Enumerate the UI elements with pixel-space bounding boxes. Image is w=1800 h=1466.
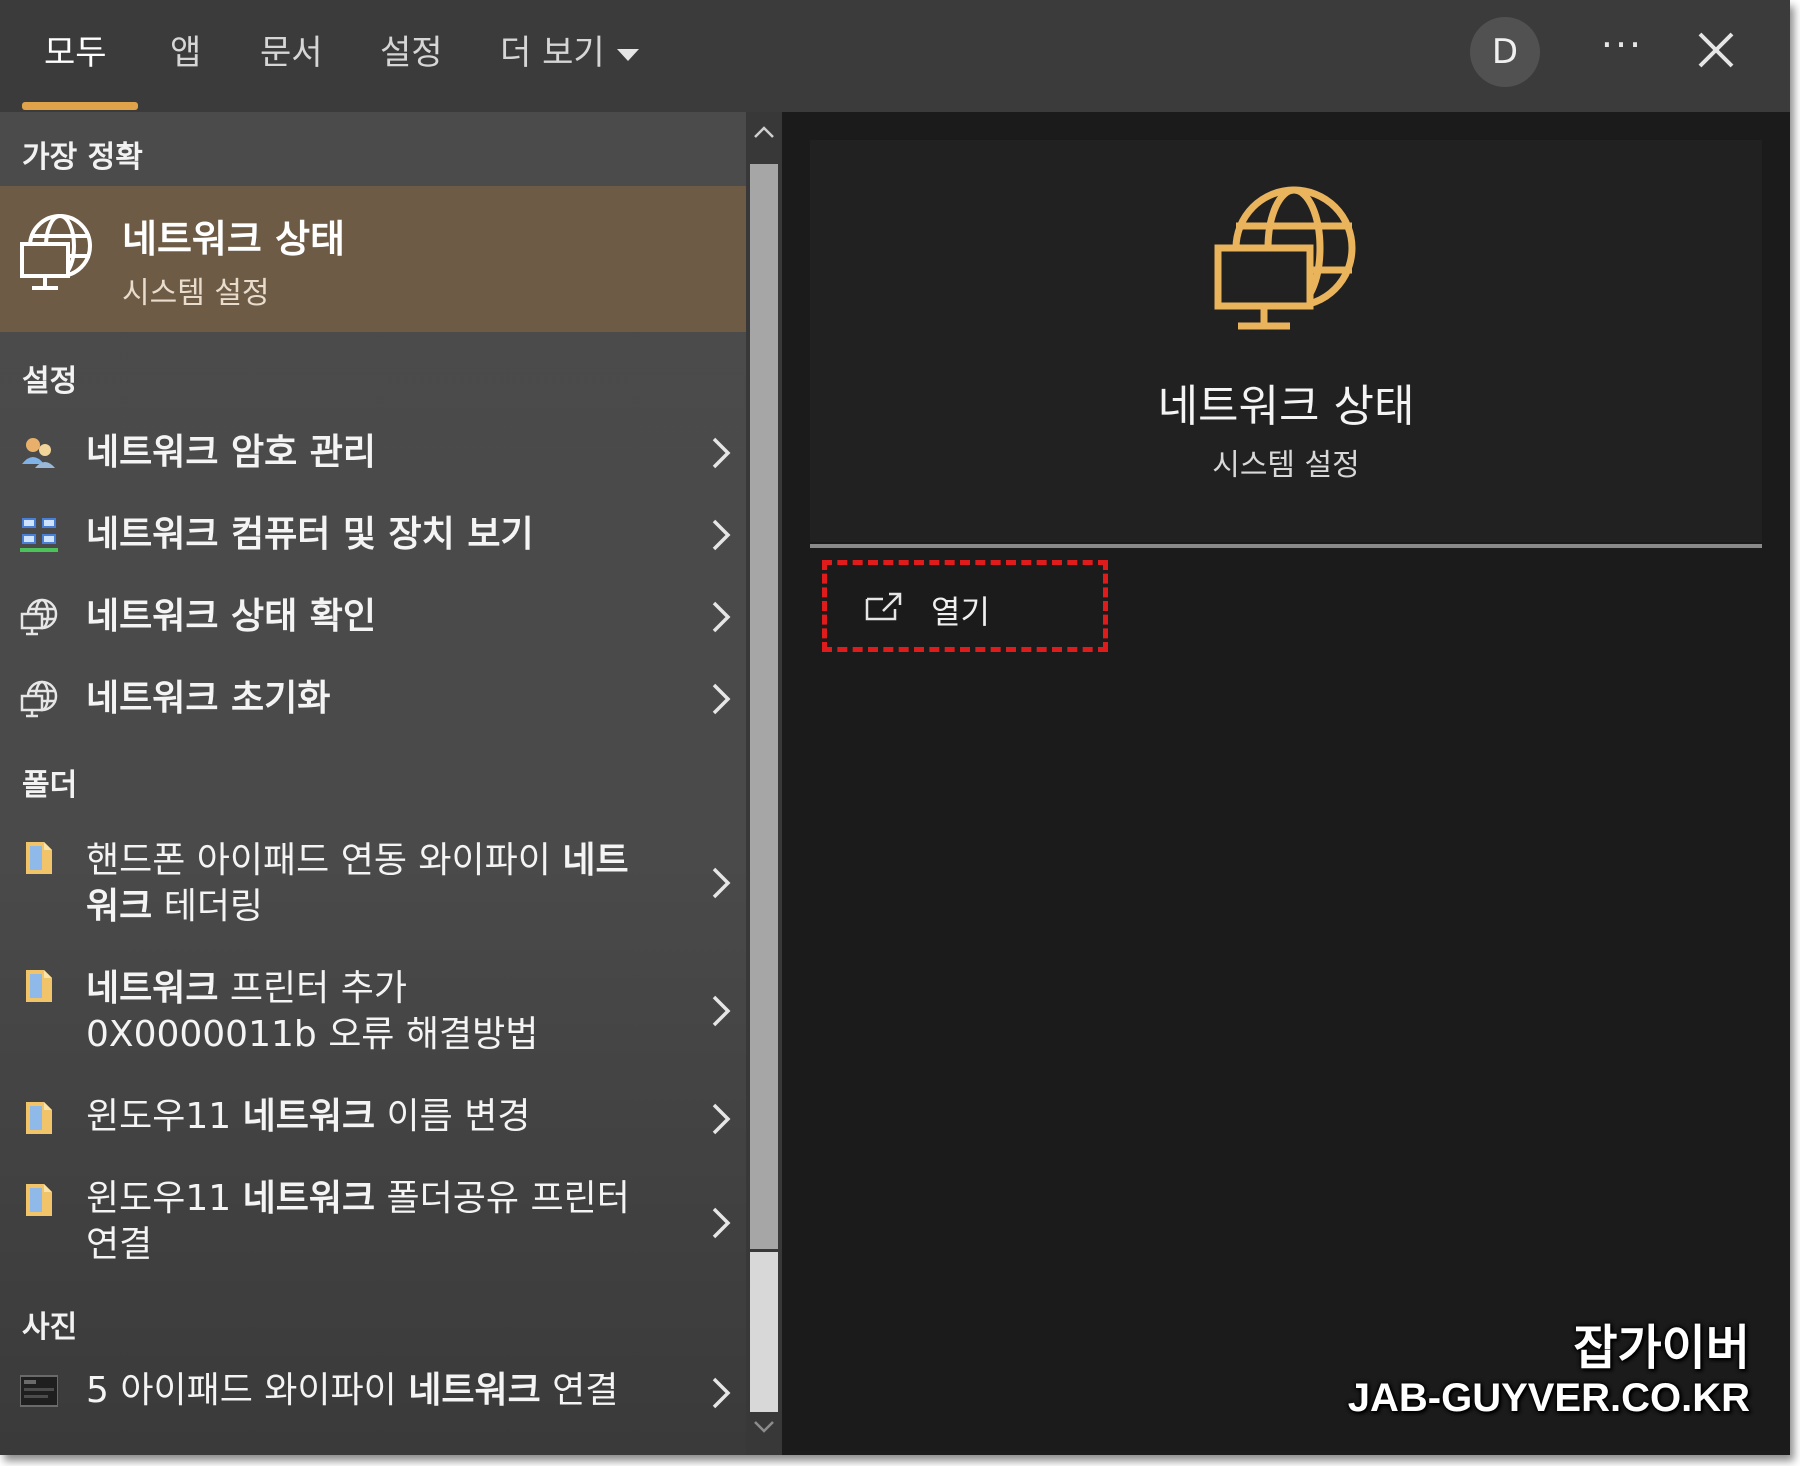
scroll-up-arrow-icon[interactable] [752,122,776,142]
best-match-title: 네트워크 상태 [122,217,345,261]
folder-icon [26,1184,52,1216]
settings-item-label: 네트워크 컴퓨터 및 장치 보기 [86,514,534,555]
section-header-settings: 설정 [22,364,78,399]
network-globe-icon [1214,186,1356,330]
best-match-item[interactable]: 네트워크 상태 시스템 설정 [0,186,746,332]
settings-item-password[interactable]: 네트워크 암호 관리 [0,412,746,494]
watermark-url: JAB-GUYVER.CO.KR [1347,1376,1750,1420]
open-button[interactable]: 열기 [822,560,1108,652]
folder-item-label: 윈도우11 네트워크 이름 변경 [86,1096,531,1137]
photo-thumbnail-icon [20,1375,58,1407]
detail-title: 네트워크 상태 [1157,381,1415,432]
settings-item-label: 네트워크 상태 확인 [86,596,377,637]
results-scrollbar[interactable] [746,112,782,1455]
chevron-right-icon [712,437,731,469]
folder-icon [26,970,52,1002]
folder-item[interactable]: 핸드폰 아이패드 연동 와이파이 네트워크 테더링 [0,822,746,944]
results-list: 가장 정확 네트워크 상태 시스템 설정 설정 네트워크 암호 관리 네트워크 … [0,112,746,1455]
folder-item-label: 네트워크 프린터 추가 0X0000011b 오류 해결방법 [86,968,539,1055]
folder-item[interactable]: 윈도우11 네트워크 폴더공유 프린터 연결 [0,1160,746,1286]
network-computers-icon [20,518,58,552]
folder-icon [26,842,52,874]
settings-item-reset[interactable]: 네트워크 초기화 [0,658,746,740]
settings-item-label: 네트워크 초기화 [86,678,331,719]
account-avatar[interactable]: D [1470,17,1540,87]
tab-more-label: 더 보기 [500,33,605,73]
scrollbar-track[interactable] [750,1252,778,1412]
folder-item-label: 윈도우11 네트워크 폴더공유 프린터 연결 [86,1178,630,1265]
chevron-right-icon [712,601,731,633]
folder-item[interactable]: 윈도우11 네트워크 이름 변경 [0,1078,746,1160]
open-button-label: 열기 [931,593,990,631]
folder-item-label: 핸드폰 아이패드 연동 와이파이 네트워크 테더링 [86,840,629,927]
photo-item-label: 5 아이패드 와이파이 네트워크 연결 [86,1370,619,1411]
caret-down-icon [616,48,639,61]
best-match-subtitle: 시스템 설정 [122,276,270,311]
detail-pane: 네트워크 상태 시스템 설정 열기 [782,112,1790,1455]
chevron-right-icon [712,1207,731,1239]
folder-item[interactable]: 네트워크 프린터 추가 0X0000011b 오류 해결방법 [0,950,746,1072]
tab-all[interactable]: 모두 [44,28,107,78]
watermark-brand: 잡가이버 [1573,1320,1750,1376]
search-window: 모두 앱 문서 설정 더 보기 D ··· 가장 정확 네트워크 상태 시스템 … [0,0,1790,1455]
settings-item-label: 네트워크 암호 관리 [86,432,377,473]
scrollbar-thumb[interactable] [750,164,778,1249]
section-header-best-match: 가장 정확 [22,140,143,175]
chevron-right-icon [712,995,731,1027]
section-header-folders: 폴더 [22,768,78,803]
network-globe-icon [20,680,58,718]
section-header-photos: 사진 [22,1310,78,1345]
detail-card: 네트워크 상태 시스템 설정 [810,140,1762,542]
more-options-icon[interactable]: ··· [1592,20,1652,80]
tab-apps[interactable]: 앱 [170,28,201,78]
chevron-right-icon [712,1377,731,1409]
network-globe-icon [20,214,92,290]
folder-icon [26,1102,52,1134]
settings-item-computers[interactable]: 네트워크 컴퓨터 및 장치 보기 [0,494,746,576]
chevron-right-icon [712,1103,731,1135]
close-icon[interactable] [1692,26,1740,74]
open-external-icon [865,592,902,621]
detail-subtitle: 시스템 설정 [1212,448,1360,483]
tab-documents[interactable]: 문서 [260,28,323,78]
divider [810,544,1762,548]
scroll-down-arrow-icon[interactable] [752,1417,776,1437]
active-tab-indicator [22,102,138,110]
tab-bar: 모두 앱 문서 설정 더 보기 D ··· [0,0,1790,112]
chevron-right-icon [712,683,731,715]
chevron-right-icon [712,867,731,899]
photo-item[interactable]: 5 아이패드 와이파이 네트워크 연결 [0,1352,746,1434]
tab-settings[interactable]: 설정 [380,28,443,78]
network-globe-icon [20,598,58,636]
tab-more[interactable]: 더 보기 [500,28,639,78]
chevron-right-icon [712,519,731,551]
users-icon [22,438,55,468]
settings-item-status-check[interactable]: 네트워크 상태 확인 [0,576,746,658]
